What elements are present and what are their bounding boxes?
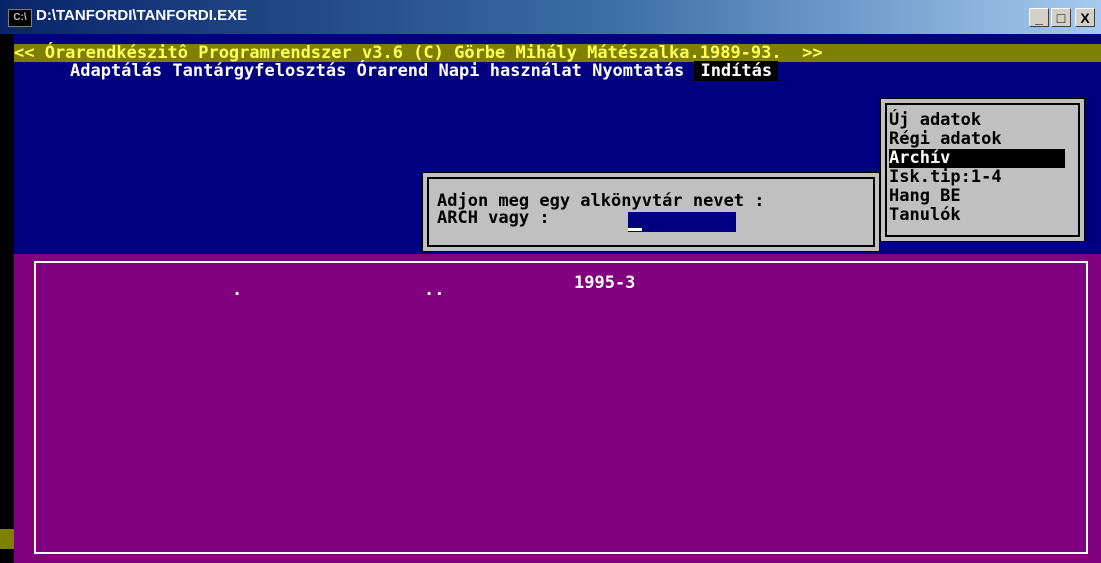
dropdown-item-tanulok[interactable]: Tanulók [889, 206, 1065, 225]
close-button[interactable]: X [1075, 8, 1095, 27]
directory-entry-1995-3[interactable]: 1995-3 [574, 274, 635, 292]
console-icon[interactable]: C:\ [8, 9, 32, 27]
dropdown-item-hang[interactable]: Hang BE [889, 187, 1065, 206]
window-title: D:\TANFORDI\TANFORDI.EXE [36, 7, 248, 24]
menu-item-tantargyfelosztas[interactable]: Tantárgyfelosztás [172, 61, 346, 81]
dropdown-item-isk-tip[interactable]: Isk.tip:1-4 [889, 168, 1065, 187]
console-window: C:\ D:\TANFORDI\TANFORDI.EXE _ □ X << Ór… [0, 0, 1101, 563]
menu-item-nyomtatas[interactable]: Nyomtatás [592, 61, 684, 81]
maximize-button[interactable]: □ [1051, 8, 1071, 27]
menu-item-adaptalas[interactable]: Adaptálás [70, 61, 162, 81]
minimize-button[interactable]: _ [1029, 8, 1049, 27]
console-area: << Órarendkészitô Programrendszer v3.6 (… [14, 34, 1101, 563]
menu-item-napi-hasznalat[interactable]: Napi használat [439, 61, 582, 81]
directory-entry-current[interactable]: . [232, 281, 242, 299]
title-bar[interactable]: C:\ D:\TANFORDI\TANFORDI.EXE _ □ X [0, 0, 1101, 34]
dropdown-item-regi-adatok[interactable]: Régi adatok [889, 130, 1065, 149]
dropdown-item-uj-adatok[interactable]: Új adatok [889, 111, 1065, 130]
directory-list-panel: . .. 1995-3 [14, 254, 1101, 563]
directory-list-frame [34, 261, 1088, 554]
directory-name-input[interactable] [628, 212, 736, 232]
inditas-dropdown: Új adatok Régi adatok Archív Isk.tip:1-4… [880, 98, 1085, 242]
text-cursor [628, 228, 642, 231]
directory-entry-parent[interactable]: .. [424, 281, 444, 299]
console-edge-strip [0, 529, 14, 549]
dropdown-item-archiv[interactable]: Archív [889, 149, 1065, 168]
menu-item-orarend[interactable]: Órarend [357, 61, 429, 81]
dialog-input-label: ARCH vagy : [437, 208, 550, 228]
menu-item-inditas[interactable]: Indítás [694, 61, 779, 81]
program-header: << Órarendkészitô Programrendszer v3.6 (… [14, 44, 1101, 62]
main-menu: Adaptálás Tantárgyfelosztás Órarend Napi… [14, 61, 1101, 81]
